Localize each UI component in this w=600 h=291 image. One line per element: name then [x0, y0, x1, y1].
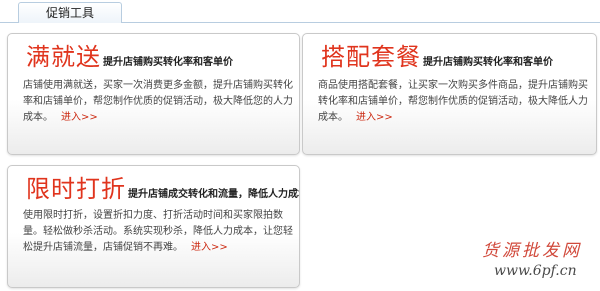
watermark-text: 货源批发网	[482, 241, 582, 261]
card-header: 搭配套餐 提升店铺购买转化率和客单价	[321, 37, 553, 72]
card-description-text: 使用限时打折，设置折扣力度、打折活动时间和买家限拍数量。轻松做秒杀活动。系统实现…	[23, 210, 293, 253]
watermark-url: www.6pf.cn	[494, 263, 577, 279]
card-full-gift: 满就送 提升店铺购买转化率和客单价 店铺使用满就送，买家一次消费更多金额，提升店铺…	[7, 33, 300, 155]
card-bundle-package: 搭配套餐 提升店铺购买转化率和客单价 商品使用搭配套餐，让买家一次购买多件商品，提…	[302, 33, 597, 155]
tab-promotion-tools[interactable]: 促销工具	[18, 2, 122, 23]
card-header: 满就送 提升店铺购买转化率和客单价	[26, 37, 233, 72]
tab-bar: 促销工具	[0, 0, 600, 26]
watermark: 货源批发网 www.6pf.cn	[482, 236, 597, 279]
card-title: 满就送	[26, 43, 101, 71]
card-title: 限时打折	[26, 175, 126, 203]
card-title: 搭配套餐	[321, 43, 421, 71]
card-header: 限时打折 提升店铺成交转化和流量，降低人力成本	[26, 169, 300, 204]
card-description: 商品使用搭配套餐，让买家一次购买多件商品，提升店铺购买转化率和店铺单价，帮您制作…	[318, 78, 588, 126]
enter-link[interactable]: 进入>>	[191, 242, 228, 253]
enter-link[interactable]: 进入>>	[61, 112, 98, 123]
enter-link[interactable]: 进入>>	[356, 112, 393, 123]
card-subtitle: 提升店铺成交转化和流量，降低人力成本	[128, 189, 300, 200]
card-description: 使用限时打折，设置折扣力度、打折活动时间和买家限拍数量。轻松做秒杀活动。系统实现…	[23, 208, 293, 256]
card-subtitle: 提升店铺购买转化率和客单价	[103, 57, 233, 68]
card-description: 店铺使用满就送，买家一次消费更多金额，提升店铺购买转化率和店铺单价，帮您制作优质…	[23, 78, 293, 126]
card-subtitle: 提升店铺购买转化率和客单价	[423, 57, 553, 68]
card-limited-time-discount: 限时打折 提升店铺成交转化和流量，降低人力成本 使用限时打折，设置折扣力度、打折活…	[7, 165, 300, 288]
